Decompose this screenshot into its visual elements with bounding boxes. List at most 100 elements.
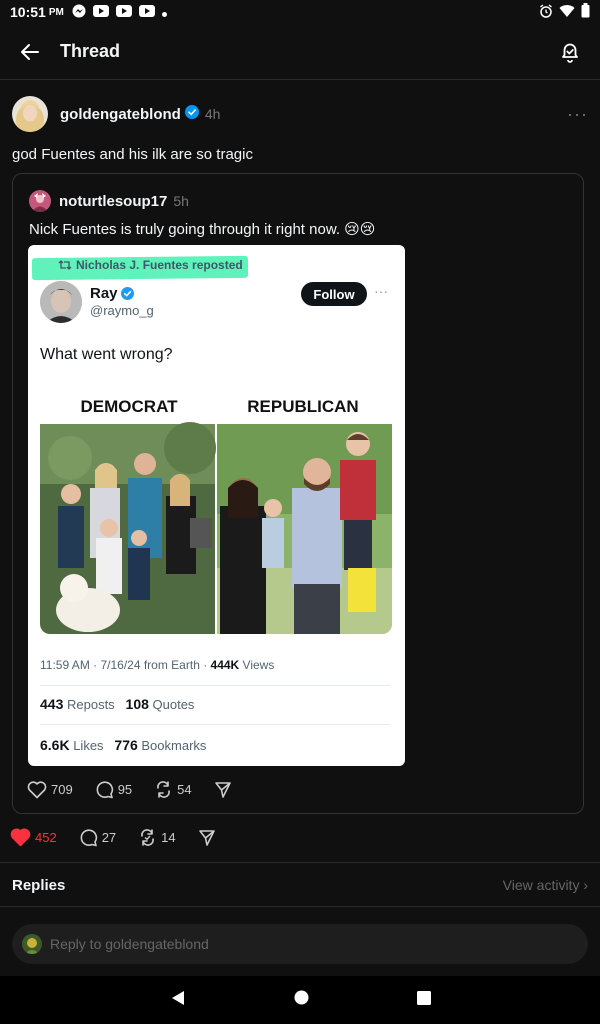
wifi-icon — [559, 4, 575, 21]
share-button[interactable] — [198, 829, 216, 847]
quoted-post-text: Nick Fuentes is truly going through it r… — [29, 221, 376, 238]
status-time: 10:51 — [10, 4, 46, 20]
family-photos: DEMOCRAT REPUBLICAN — [40, 388, 392, 634]
tweet-text: What went wrong? — [40, 346, 173, 363]
avatar — [22, 934, 42, 954]
embedded-tweet-image[interactable]: Nicholas J. Fuentes reposted Ray @raymo_… — [28, 245, 405, 766]
notifications-button[interactable] — [554, 36, 586, 68]
quotes-label: Quotes — [152, 697, 195, 712]
divider — [40, 724, 390, 725]
nav-recents-button[interactable] — [416, 990, 431, 1010]
comment-button[interactable]: 95 — [95, 780, 132, 799]
reply-input[interactable] — [50, 936, 550, 952]
nav-home-button[interactable] — [294, 990, 309, 1010]
verified-badge-icon — [184, 104, 199, 124]
tweet-author-name: Ray — [90, 285, 134, 302]
comment-icon — [96, 781, 113, 799]
likes-label: Likes — [73, 738, 104, 753]
avatar[interactable] — [12, 96, 48, 132]
back-button[interactable] — [8, 30, 52, 74]
more-options-icon: ··· — [374, 283, 388, 299]
meme-image: DEMOCRAT REPUBLICAN — [40, 388, 392, 634]
youtube-icon — [92, 4, 109, 20]
square-recents-icon — [416, 990, 431, 1005]
repost-indicator: Nicholas J. Fuentes reposted — [58, 258, 243, 272]
quoted-post-header: noturtlesoup17 5h — [29, 190, 189, 212]
messenger-icon — [72, 4, 86, 21]
post-header: goldengateblond 4h ··· — [12, 96, 588, 132]
arrow-left-icon — [21, 43, 39, 60]
youtube-icon — [115, 4, 132, 20]
reposts-count: 443 — [40, 696, 64, 712]
reply-composer[interactable] — [12, 924, 588, 964]
system-nav-bar — [0, 976, 600, 1024]
comment-button[interactable]: 27 — [79, 828, 116, 847]
verified-badge-icon — [120, 287, 134, 300]
views-label: Views — [239, 658, 275, 672]
post-actions: 452 27 14 — [10, 828, 216, 847]
repost-count: 14 — [161, 830, 176, 845]
views-count: 444K — [210, 658, 240, 672]
replies-section-header: Replies View activity › — [0, 864, 600, 906]
username[interactable]: noturtlesoup17 — [59, 193, 167, 210]
post-time: 5h — [173, 193, 189, 209]
replies-title: Replies — [12, 876, 66, 894]
comment-count: 27 — [101, 830, 117, 845]
reposts-label: Reposts — [66, 697, 115, 712]
quoted-post-card[interactable]: noturtlesoup17 5h Nick Fuentes is truly … — [12, 173, 584, 814]
quotes-count: 108 — [125, 696, 149, 712]
divider — [40, 685, 390, 686]
dot-icon — [161, 4, 167, 20]
status-bar: 10:51 PM — [0, 0, 600, 24]
likes-count: 6.6K — [40, 737, 70, 753]
thread-header: Thread — [0, 24, 600, 80]
like-button[interactable]: 452 — [10, 828, 57, 847]
comment-icon — [80, 829, 97, 847]
like-button[interactable]: 709 — [27, 780, 73, 799]
follow-button: Follow — [301, 282, 367, 306]
tweet-author-name-text: Ray — [90, 285, 118, 302]
comment-count: 95 — [117, 782, 133, 797]
repost-button[interactable]: 14 — [138, 828, 176, 847]
bell-check-icon — [562, 43, 578, 63]
meme-right-label: REPUBLICAN — [247, 397, 358, 416]
share-button[interactable] — [214, 781, 232, 799]
more-options-button[interactable]: ··· — [567, 104, 588, 125]
tweet-author-handle: @raymo_g — [90, 303, 154, 318]
tweet-stats-reposts: 443 Reposts 108 Quotes — [40, 696, 194, 712]
bookmarks-label: Bookmarks — [141, 738, 207, 753]
tweet-timestamp: 11:59 AM · 7/16/24 from Earth · — [40, 658, 211, 672]
heart-filled-icon — [10, 828, 31, 847]
bookmarks-count: 776 — [114, 737, 138, 753]
send-icon — [198, 829, 215, 846]
repost-icon — [157, 781, 171, 798]
post-time: 4h — [204, 106, 221, 122]
like-count: 709 — [51, 782, 73, 797]
divider — [0, 906, 600, 907]
repost-check-icon — [141, 829, 155, 846]
youtube-icon — [138, 4, 155, 20]
quoted-post-actions: 709 95 54 — [27, 780, 232, 799]
post-text: god Fuentes and his ilk are so tragic — [12, 146, 253, 163]
tweet-meta: 11:59 AM · 7/16/24 from Earth · 444K Vie… — [40, 658, 274, 672]
meme-left-label: DEMOCRAT — [81, 397, 179, 416]
heart-icon — [27, 780, 47, 798]
circle-home-icon — [294, 990, 308, 1005]
username[interactable]: goldengateblond — [60, 106, 181, 123]
repost-icon — [58, 260, 72, 270]
alarm-icon — [539, 3, 553, 21]
page-title: Thread — [60, 41, 121, 61]
battery-icon — [581, 3, 590, 21]
status-ampm: PM — [48, 6, 64, 18]
view-activity-link[interactable]: View activity › — [503, 877, 588, 893]
avatar[interactable] — [29, 190, 51, 212]
tweet-stats-likes: 6.6K Likes 776 Bookmarks — [40, 737, 206, 753]
nav-back-button[interactable] — [170, 990, 186, 1011]
send-icon — [214, 781, 231, 798]
repost-label: Nicholas J. Fuentes reposted — [76, 258, 243, 272]
repost-button[interactable]: 54 — [154, 780, 192, 799]
divider — [0, 862, 600, 863]
repost-count: 54 — [177, 782, 192, 797]
avatar — [40, 281, 82, 323]
triangle-back-icon — [171, 990, 184, 1005]
